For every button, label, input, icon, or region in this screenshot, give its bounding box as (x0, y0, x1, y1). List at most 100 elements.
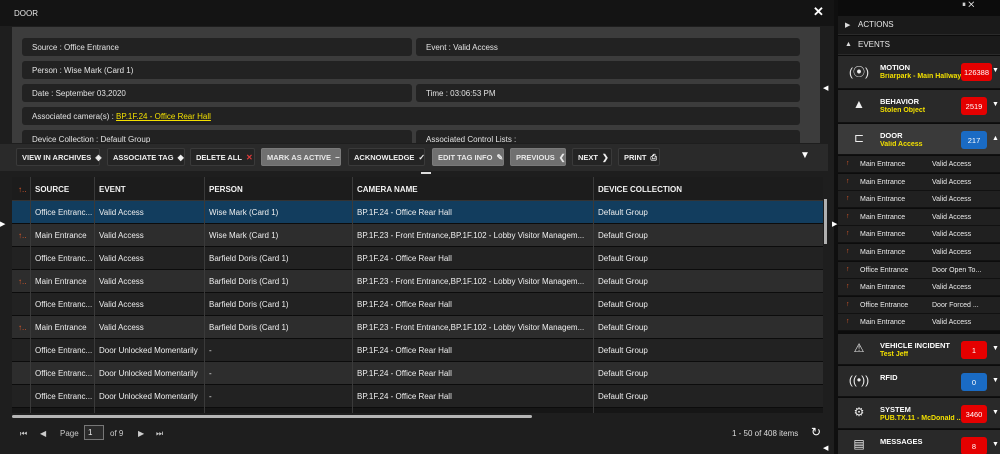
modal-title: DOOR (14, 9, 38, 18)
category-door[interactable]: ⊏ DOOR Valid Access 217 ▲ (838, 124, 1000, 155)
view-in-archives-button[interactable]: VIEW IN ARCHIVES ◈ (16, 148, 101, 166)
event-details-panel: Source : Office Entrance Event : Valid A… (12, 27, 820, 143)
collapse-arrow-icon[interactable]: ◀ (823, 84, 828, 92)
category-latest: PUB.TX.11 - McDonald ... (880, 415, 962, 422)
cell-event: Valid Access (99, 254, 144, 263)
item-source: Main Entrance (860, 231, 906, 239)
door-icon: ⊏ (853, 131, 865, 145)
table-row[interactable]: Office Entranc... Door Unlocked Momentari… (12, 362, 823, 385)
last-page-icon[interactable]: ⏭ (156, 429, 163, 439)
delete-all-button[interactable]: DELETE ALL ✕ (190, 148, 255, 166)
chevron-down-icon[interactable]: ▼ (992, 345, 999, 352)
cell-collection: Default Group (598, 369, 648, 378)
list-item[interactable]: ↑ Main Entrance Valid Access (838, 191, 1000, 209)
header-camera-name[interactable]: CAMERA NAME (357, 185, 418, 194)
panel-toggle-icon[interactable]: ▶ (832, 220, 837, 228)
bottom-toggle-icon[interactable]: ◀ (823, 444, 828, 452)
table-row[interactable]: ↑.. Main Entrance Valid Access Barfield Dor… (12, 270, 823, 293)
item-source: Office Entrance (860, 266, 909, 274)
left-edge-arrow-icon[interactable]: ▶ (0, 220, 5, 228)
table-row[interactable]: Office Entranc... Valid Access Barfield Do… (12, 247, 823, 270)
list-item[interactable]: ↑ Office Entrance Door Open To... (838, 261, 1000, 279)
chevron-up-icon[interactable]: ▲ (992, 135, 999, 142)
category-messages[interactable]: ▤ MESSAGES 8 ▼ (838, 430, 1000, 454)
cell-person: Wise Mark (Card 1) (209, 231, 279, 240)
grid-horizontal-scrollbar[interactable] (12, 415, 532, 418)
chevron-down-icon[interactable]: ▼ (992, 409, 999, 416)
category-latest: Test Jeff (880, 351, 909, 358)
list-item[interactable]: ↑ Office Entrance Door Forced ... (838, 296, 1000, 314)
grid-vertical-scrollbar[interactable] (824, 199, 827, 244)
category-rfid[interactable]: ((•)) RFID 0 ▼ (838, 366, 1000, 397)
chevron-down-icon[interactable]: ▼ (992, 67, 999, 74)
table-row[interactable]: ↑.. Main Entrance Valid Access Barfield Dor… (12, 316, 823, 339)
cell-source: Main Entrance (35, 231, 87, 240)
cell-collection: Default Group (598, 346, 648, 355)
associate-tag-button[interactable]: ASSOCIATE TAG ◆ (107, 148, 185, 166)
next-page-icon[interactable]: ▶ (138, 429, 144, 438)
category-behavior[interactable]: ▲ BEHAVIOR Stolen Object 2519 ▼ (838, 90, 1000, 123)
table-row[interactable]: ↑.. Main Entrance Valid Access Wise Mark (C… (12, 224, 823, 247)
chevron-left-icon: ❮ (558, 153, 566, 162)
category-system[interactable]: ⚙ SYSTEM PUB.TX.11 - McDonald ... 3460 ▼ (838, 398, 1000, 429)
list-item[interactable]: ↑ Main Entrance Valid Access (838, 279, 1000, 297)
list-item[interactable]: ↑ Main Entrance Valid Access (838, 314, 1000, 332)
cell-person: Barfield Doris (Card 1) (209, 323, 289, 332)
previous-button[interactable]: PREVIOUS ❮ (510, 148, 566, 166)
chevron-down-icon[interactable]: ▼ (992, 441, 999, 448)
list-item[interactable]: ↑ Main Entrance Valid Access (838, 244, 1000, 261)
table-row[interactable]: Office Entranc... Valid Access Barfield Do… (12, 293, 823, 316)
item-event: Valid Access (932, 196, 972, 204)
list-item[interactable]: ↑ Main Entrance Valid Access (838, 226, 1000, 244)
count-badge: 2519 (961, 97, 987, 115)
prev-page-icon[interactable]: ◀ (40, 429, 46, 438)
chevron-down-icon[interactable]: ▼ (992, 101, 999, 108)
filter-icon[interactable]: ▼ (800, 150, 812, 162)
close-icon[interactable]: ✕ (813, 4, 824, 20)
item-event: Valid Access (932, 231, 972, 239)
refresh-icon[interactable]: ↻ (811, 425, 821, 439)
camera-link[interactable]: BP.1F.24 - Office Rear Hall (116, 112, 211, 121)
resize-handle[interactable] (421, 172, 431, 174)
table-row[interactable]: Office Entranc... Door Unlocked Momentari… (12, 339, 823, 362)
edit-tag-info-button[interactable]: EDIT TAG INFO ✎ (432, 148, 504, 166)
list-item[interactable]: ↑ Main Entrance Valid Access (838, 208, 1000, 226)
items-info: 1 - 50 of 408 items (732, 429, 799, 438)
minus-icon: − (335, 153, 340, 162)
category-vehicle-incident[interactable]: ⚠ VEHICLE INCIDENT Test Jeff 1 ▼ (838, 334, 1000, 365)
warning-icon: ▲ (853, 97, 865, 111)
header-device-collection[interactable]: DEVICE COLLECTION (598, 185, 682, 194)
window-controls-icon[interactable]: ⏸ ✕ (962, 0, 974, 10)
category-name: RFID (880, 373, 898, 382)
category-name: VEHICLE INCIDENT (880, 341, 951, 350)
category-latest: Valid Access (880, 141, 923, 148)
cell-event: Door Unlocked Momentarily (99, 392, 198, 401)
table-row[interactable]: Office Entranc... Door Unlocked Momentari… (12, 385, 823, 408)
cell-camera: BP.1F.24 - Office Rear Hall (357, 346, 452, 355)
table-row[interactable]: Office Entranc... Valid Access Wise Mark (… (12, 201, 823, 224)
category-motion[interactable]: (⦿) MOTION Briarpark - Main Hallway 126388 ▼ (838, 56, 1000, 89)
count-badge: 217 (961, 131, 987, 149)
mark-as-active-button[interactable]: MARK AS ACTIVE − (261, 148, 341, 166)
system-gear-icon: ⚙ (853, 405, 865, 419)
list-item[interactable]: ↑ Main Entrance Valid Access (838, 156, 1000, 173)
print-button[interactable]: PRINT ⎙ (618, 148, 660, 166)
page-number-input[interactable] (84, 425, 104, 440)
cell-camera: BP.1F.24 - Office Rear Hall (357, 300, 452, 309)
header-source[interactable]: SOURCE (35, 185, 69, 194)
acknowledge-button[interactable]: ACKNOWLEDGE ✓ (348, 148, 425, 166)
priority-flag-icon: ↑ (846, 318, 850, 326)
events-section[interactable]: ▲ EVENTS (838, 36, 1000, 55)
header-event[interactable]: EVENT (99, 185, 126, 194)
col-divider (94, 177, 95, 413)
list-item[interactable]: ↑ Main Entrance Valid Access (838, 173, 1000, 191)
next-button[interactable]: NEXT ❯ (572, 148, 612, 166)
header-person[interactable]: PERSON (209, 185, 243, 194)
item-source: Main Entrance (860, 249, 906, 256)
chevron-down-icon[interactable]: ▼ (992, 377, 999, 384)
actions-section[interactable]: ▶ ACTIONS (838, 16, 1000, 35)
cell-camera: BP.1F.24 - Office Rear Hall (357, 208, 452, 217)
modal-titlebar: DOOR ✕ (0, 0, 834, 26)
first-page-icon[interactable]: ⏮ (20, 429, 27, 439)
item-event: Valid Access (932, 161, 972, 168)
